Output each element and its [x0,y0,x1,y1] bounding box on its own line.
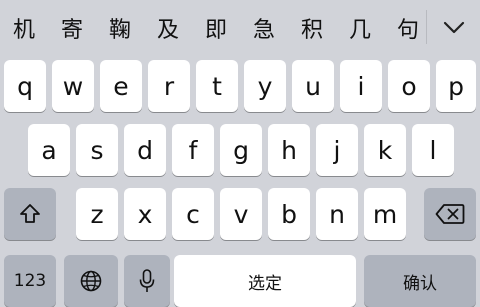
key-e[interactable]: e [100,60,142,112]
key-q[interactable]: q [4,60,46,112]
return-key[interactable]: 确认 [364,255,476,307]
key-y[interactable]: y [244,60,286,112]
dictation-key[interactable] [124,255,170,307]
candidate[interactable]: 及 [144,0,192,56]
candidate[interactable]: 句 [384,0,432,56]
candidate[interactable]: 急 [240,0,288,56]
key-s[interactable]: s [76,124,118,176]
return-key-label: 确认 [403,273,437,294]
key-u[interactable]: u [292,60,334,112]
key-k[interactable]: k [364,124,406,176]
expand-candidates-button[interactable] [428,0,480,56]
key-v[interactable]: v [220,188,262,240]
key-t[interactable]: t [196,60,238,112]
delete-key[interactable] [424,188,476,240]
key-j[interactable]: j [316,124,358,176]
candidate-bar: 机 寄 鞠 及 即 急 积 几 句 [0,0,480,56]
candidate[interactable]: 积 [288,0,336,56]
candidate[interactable]: 寄 [48,0,96,56]
key-n[interactable]: n [316,188,358,240]
key-z[interactable]: z [76,188,118,240]
candidate[interactable]: 机 [0,0,48,56]
key-row-1: q w e r t y u i o p [0,60,480,112]
shift-icon [20,204,40,223]
candidate[interactable]: 即 [192,0,240,56]
chevron-down-icon [443,21,465,34]
key-f[interactable]: f [172,124,214,176]
key-l[interactable]: l [412,124,454,176]
key-h[interactable]: h [268,124,310,176]
globe-key[interactable] [64,255,118,307]
key-i[interactable]: i [340,60,382,112]
key-x[interactable]: x [124,188,166,240]
microphone-icon [139,269,155,292]
candidate[interactable]: 鞠 [96,0,144,56]
key-row-3: z x c v b n m [0,188,480,240]
space-key[interactable]: 选定 [174,255,356,307]
delete-icon [435,204,465,224]
key-o[interactable]: o [388,60,430,112]
key-b[interactable]: b [268,188,310,240]
key-m[interactable]: m [364,188,406,240]
numbers-key[interactable]: 123 [4,255,56,307]
globe-icon [80,270,102,292]
key-g[interactable]: g [220,124,262,176]
candidate[interactable]: 几 [336,0,384,56]
key-r[interactable]: r [148,60,190,112]
numbers-key-label: 123 [13,271,47,291]
key-c[interactable]: c [172,188,214,240]
shift-key[interactable] [4,188,56,240]
key-a[interactable]: a [28,124,70,176]
candidate-divider [426,10,427,44]
key-row-2: a s d f g h j k l [0,124,480,176]
key-w[interactable]: w [52,60,94,112]
key-d[interactable]: d [124,124,166,176]
key-p[interactable]: p [436,60,476,112]
space-key-label: 选定 [248,273,282,294]
